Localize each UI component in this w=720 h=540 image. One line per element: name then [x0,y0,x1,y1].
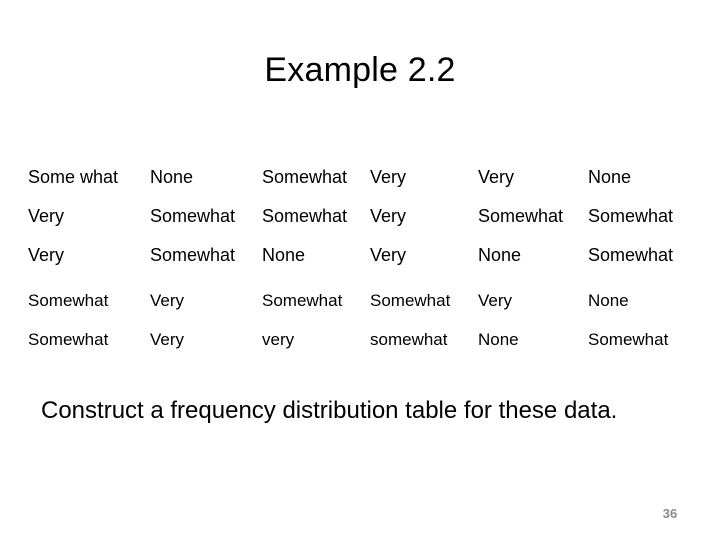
table-cell: Somewhat [370,291,451,310]
table-cell: Very [370,167,407,187]
table-cell: Somewhat [588,245,674,265]
instruction-text: Construct a frequency distribution table… [41,397,618,424]
table-row: Somewhat Very very somewhat None Somewha… [28,320,692,359]
table-cell: Somewhat [28,330,109,349]
table-cell: None [478,245,522,265]
table-cell: Very [370,245,407,265]
data-table-lower-block: Somewhat Very Somewhat Somewhat Very Non… [28,281,692,359]
table-cell: Somewhat [28,291,109,310]
table-cell: somewhat [370,330,448,349]
table-cell: Very [28,206,65,226]
table-cell: None [262,245,306,265]
table-cell: Somewhat [150,245,236,265]
table-cell: None [588,167,632,187]
table-cell: Somewhat [478,206,564,226]
table-row: Some what None Somewhat Very Very None [28,158,692,197]
table-cell: None [588,291,629,310]
table-cell: Very [150,330,185,349]
data-value-table: Some what None Somewhat Very Very None V… [28,158,692,359]
table-cell: Very [478,167,515,187]
table-cell: Somewhat [588,330,669,349]
table-cell: Somewhat [588,206,674,226]
data-table-upper-block: Some what None Somewhat Very Very None V… [28,158,692,275]
table-cell: Very [28,245,65,265]
table-cell: Somewhat [262,167,348,187]
table-row: Very Somewhat Somewhat Very Somewhat Som… [28,197,692,236]
table-cell: Somewhat [262,206,348,226]
page-title: Example 2.2 [264,51,456,89]
table-cell: Very [150,291,185,310]
page-number: 36 [662,506,678,521]
table-cell: Very [370,206,407,226]
table-cell: Somewhat [150,206,236,226]
table-cell: Some what [28,167,119,187]
table-row: Very Somewhat None Very None Somewhat [28,236,692,275]
slide-canvas: Example 2.2 Some what None Somewhat Very… [0,0,720,540]
table-cell: None [478,330,519,349]
table-row: Somewhat Very Somewhat Somewhat Very Non… [28,281,692,320]
table-cell: very [262,330,295,349]
table-cell: None [150,167,194,187]
table-cell: Very [478,291,513,310]
table-cell: Somewhat [262,291,343,310]
